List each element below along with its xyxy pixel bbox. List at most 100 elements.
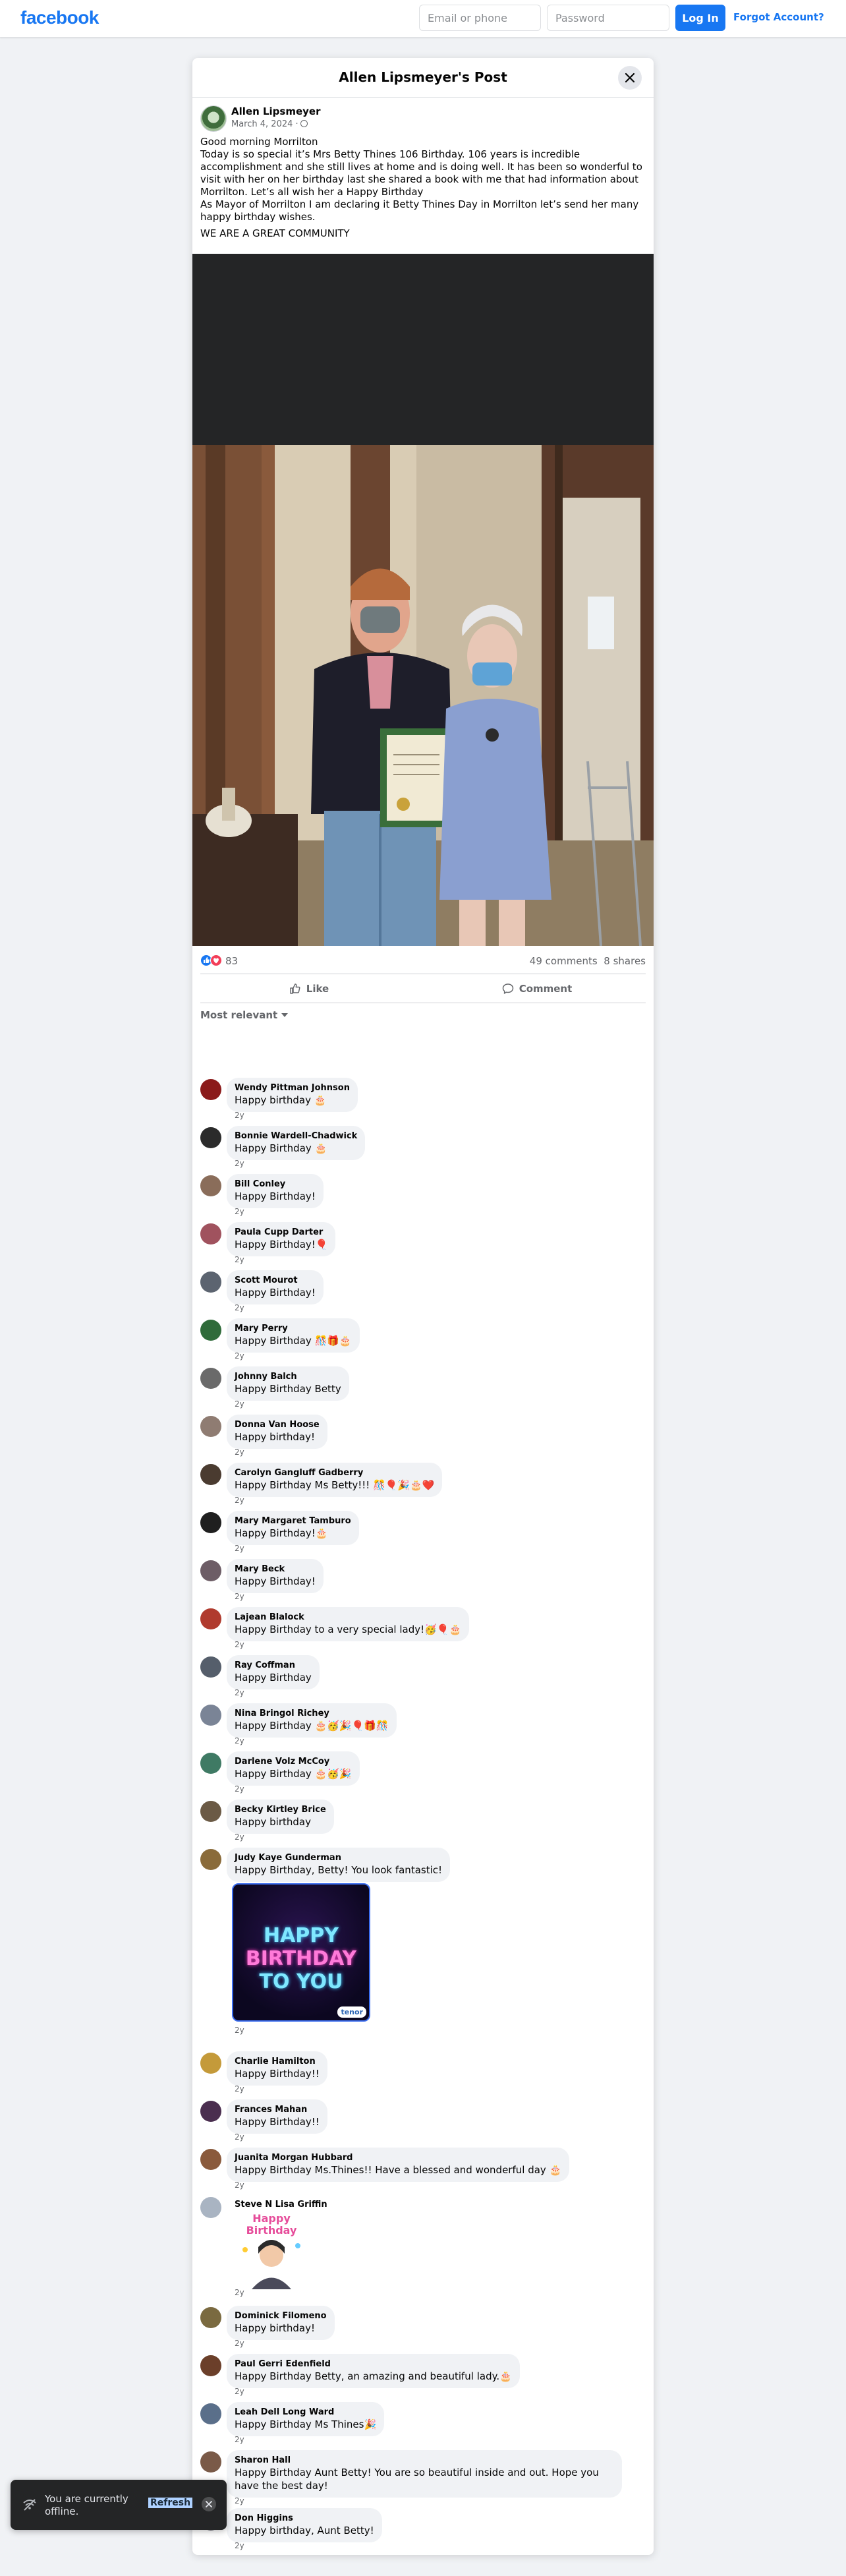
commenter-name[interactable]: Paula Cupp Darter bbox=[235, 1227, 327, 1238]
commenter-avatar[interactable] bbox=[200, 2403, 221, 2424]
comment-timestamp[interactable]: 2y bbox=[235, 1784, 244, 1794]
comment-timestamp[interactable]: 2y bbox=[235, 1399, 244, 1409]
password-field[interactable] bbox=[547, 5, 669, 31]
commenter-avatar[interactable] bbox=[200, 1368, 221, 1389]
commenter-name[interactable]: Carolyn Gangluff Gadberry bbox=[235, 1468, 434, 1478]
post-author-name[interactable]: Allen Lipsmeyer bbox=[231, 105, 320, 117]
commenter-name[interactable]: Sharon Hall bbox=[235, 2455, 614, 2466]
commenter-name[interactable]: Paul Gerri Edenfield bbox=[235, 2359, 512, 2370]
commenter-avatar[interactable] bbox=[200, 1320, 221, 1341]
commenter-avatar[interactable] bbox=[200, 1512, 221, 1533]
post-date[interactable]: March 4, 2024 · bbox=[231, 119, 308, 129]
forgot-account-link[interactable]: Forgot Account? bbox=[733, 11, 824, 23]
commenter-avatar[interactable] bbox=[200, 2197, 221, 2218]
like-button[interactable]: Like bbox=[200, 977, 418, 1001]
commenter-avatar[interactable] bbox=[200, 1223, 221, 1244]
commenter-name[interactable]: Donna Van Hoose bbox=[235, 1420, 320, 1430]
comment-timestamp[interactable]: 2y bbox=[235, 1159, 244, 1168]
comment-timestamp[interactable]: 2y bbox=[235, 2387, 244, 2396]
commenter-avatar[interactable] bbox=[200, 2355, 221, 2376]
comment-timestamp[interactable]: 2y bbox=[235, 2435, 244, 2444]
comment-button[interactable]: Comment bbox=[428, 977, 646, 1001]
comment-timestamp[interactable]: 2y bbox=[235, 1496, 244, 1505]
comment-timestamp[interactable]: 2y bbox=[235, 1736, 244, 1745]
email-field[interactable] bbox=[419, 5, 541, 31]
comment-timestamp[interactable]: 2y bbox=[235, 2541, 244, 2550]
commenter-avatar[interactable] bbox=[200, 1608, 221, 1629]
toast-close-button[interactable] bbox=[202, 2497, 216, 2511]
commenter-name[interactable]: Bill Conley bbox=[235, 1179, 316, 1190]
commenter-avatar[interactable] bbox=[200, 1079, 221, 1100]
commenter-name[interactable]: Mary Margaret Tamburo bbox=[235, 1516, 351, 1527]
birthday-gif[interactable]: HAPPY BIRTHDAY TO YOU tenor bbox=[232, 1883, 370, 2022]
commenter-avatar[interactable] bbox=[200, 2101, 221, 2122]
commenter-avatar[interactable] bbox=[200, 1272, 221, 1293]
comment-timestamp[interactable]: 2y bbox=[235, 2132, 244, 2142]
comment-timestamp[interactable]: 2y bbox=[235, 1351, 244, 1361]
comment-timestamp[interactable]: 2y bbox=[235, 1640, 244, 1649]
commenter-avatar[interactable] bbox=[200, 1416, 221, 1437]
commenter-name[interactable]: Nina Bringol Richey bbox=[235, 1709, 389, 1719]
post-photo[interactable] bbox=[192, 445, 654, 946]
comment-timestamp[interactable]: 2y bbox=[235, 2084, 244, 2093]
commenter-name[interactable]: Johnny Balch bbox=[235, 1372, 341, 1382]
comment-timestamp[interactable]: 2y bbox=[235, 1544, 244, 1553]
commenter-name[interactable]: Steve N Lisa Griffin bbox=[235, 2200, 327, 2210]
commenter-name[interactable]: Dominick Filomeno bbox=[235, 2311, 327, 2322]
comment-timestamp[interactable]: 2y bbox=[235, 2026, 244, 2035]
commenter-avatar[interactable] bbox=[200, 2053, 221, 2074]
commenter-name[interactable]: Leah Dell Long Ward bbox=[235, 2407, 376, 2418]
shares-count[interactable]: 8 shares bbox=[604, 955, 646, 967]
comment-timestamp[interactable]: 2y bbox=[235, 1688, 244, 1697]
commenter-avatar[interactable] bbox=[200, 1753, 221, 1774]
commenter-name[interactable]: Juanita Morgan Hubbard bbox=[235, 2153, 561, 2163]
commenter-avatar[interactable] bbox=[200, 1175, 221, 1196]
facebook-logo[interactable]: facebook bbox=[20, 7, 99, 28]
login-button[interactable]: Log In bbox=[675, 5, 725, 31]
birthday-sticker[interactable]: Happy Birthday bbox=[232, 2213, 311, 2292]
commenter-name[interactable]: Scott Mourot bbox=[235, 1275, 316, 1286]
comment-bubble: Ray Coffman Happy Birthday bbox=[227, 1655, 320, 1689]
commenter-name[interactable]: Becky Kirtley Brice bbox=[235, 1805, 326, 1815]
commenter-name[interactable]: Mary Perry bbox=[235, 1324, 352, 1334]
comment-timestamp[interactable]: 2y bbox=[235, 1207, 244, 1216]
commenter-name[interactable]: Frances Mahan bbox=[235, 2105, 320, 2115]
comment-sort-dropdown[interactable]: Most relevant bbox=[200, 1009, 289, 1021]
commenter-name[interactable]: Wendy Pittman Johnson bbox=[235, 1083, 350, 1094]
close-button[interactable] bbox=[618, 66, 642, 90]
commenter-name[interactable]: Lajean Blalock bbox=[235, 1612, 461, 1623]
comment-timestamp[interactable]: 2y bbox=[235, 2339, 244, 2348]
comment-timestamp[interactable]: 2y bbox=[235, 1448, 244, 1457]
commenter-avatar[interactable] bbox=[200, 1560, 221, 1581]
comment-timestamp[interactable]: 2y bbox=[235, 1303, 244, 1312]
commenter-avatar[interactable] bbox=[200, 2451, 221, 2473]
comment-timestamp[interactable]: 2y bbox=[235, 1592, 244, 1601]
comment-timestamp[interactable]: 2y bbox=[235, 2181, 244, 2190]
commenter-avatar[interactable] bbox=[200, 2149, 221, 2170]
comments-shares-count[interactable]: 49 comments 8 shares bbox=[530, 955, 646, 967]
commenter-avatar[interactable] bbox=[200, 1705, 221, 1726]
comment-timestamp[interactable]: 2y bbox=[235, 1255, 244, 1264]
commenter-name[interactable]: Ray Coffman bbox=[235, 1660, 312, 1671]
comments-count[interactable]: 49 comments bbox=[530, 955, 598, 967]
commenter-avatar[interactable] bbox=[200, 1656, 221, 1678]
refresh-link[interactable]: Refresh bbox=[148, 2498, 193, 2508]
commenter-avatar[interactable] bbox=[200, 1127, 221, 1148]
commenter-name[interactable]: Don Higgins bbox=[235, 2513, 374, 2524]
commenter-name[interactable]: Judy Kaye Gunderman bbox=[235, 1853, 442, 1863]
commenter-avatar[interactable] bbox=[200, 1801, 221, 1822]
commenter-name[interactable]: Bonnie Wardell-Chadwick bbox=[235, 1131, 357, 1142]
commenter-name[interactable]: Charlie Hamilton bbox=[235, 2057, 320, 2067]
commenter-name[interactable]: Darlene Volz McCoy bbox=[235, 1757, 352, 1767]
comment-timestamp[interactable]: 2y bbox=[235, 1111, 244, 1120]
commenter-name[interactable]: Mary Beck bbox=[235, 1564, 316, 1575]
comment-timestamp[interactable]: 2y bbox=[235, 1832, 244, 1842]
author-avatar[interactable] bbox=[200, 105, 227, 132]
commenter-avatar[interactable] bbox=[200, 2307, 221, 2328]
commenter-avatar[interactable] bbox=[200, 1849, 221, 1870]
reaction-count[interactable]: 83 bbox=[225, 955, 238, 967]
commenter-avatar[interactable] bbox=[200, 1464, 221, 1485]
comment-timestamp[interactable]: 2y bbox=[235, 2496, 244, 2505]
reaction-icons[interactable] bbox=[200, 954, 224, 966]
comment-timestamp[interactable]: 2y bbox=[235, 2288, 244, 2297]
